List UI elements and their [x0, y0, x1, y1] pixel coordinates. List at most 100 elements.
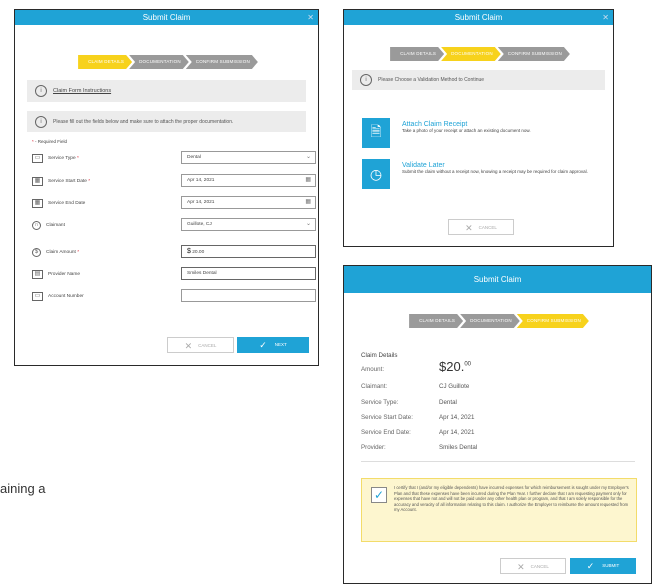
claimant-label: ∩ Claimant — [32, 221, 65, 230]
claimant-label: Claimant: — [361, 383, 388, 390]
dialog-title-bar: Submit Claim ✕ — [344, 10, 613, 25]
clock-icon: ◷ — [362, 159, 390, 189]
instructions-link[interactable]: Claim Form Instructions — [53, 88, 111, 94]
claim-amount-label: $ Claim Amount * — [32, 248, 79, 257]
dialog-title: Submit Claim — [454, 13, 503, 22]
amount-label: Amount: — [361, 366, 385, 373]
field-label: Service Type — [48, 156, 76, 161]
step-claim-details: CLAIM DETAILS — [390, 47, 444, 61]
confirm-dialog: Submit Claim CLAIM DETAILS DOCUMENTATION… — [343, 265, 652, 584]
claimant-select[interactable]: Guillote, CJ ⌄ — [181, 218, 316, 231]
service-end-date-label: Service End Date: — [361, 429, 411, 436]
info-banner: i Please Choose a Validation Method to C… — [352, 70, 605, 90]
account-icon: ▭ — [32, 292, 43, 301]
next-button[interactable]: ✓ NEXT — [237, 337, 309, 353]
receipt-icon: 🗎 — [362, 118, 390, 148]
cancel-button[interactable]: ✕ CANCEL — [500, 558, 566, 574]
step-confirm-submission: CONFIRM SUBMISSION — [498, 47, 570, 61]
certify-text: I certify that I (and/or my eligible dep… — [394, 485, 629, 513]
provider-icon: ▤ — [32, 270, 43, 279]
service-type-label: Service Type: — [361, 399, 399, 406]
service-end-date-field[interactable]: Apr 14, 2021 ▦ — [181, 196, 316, 209]
amount-value: $20.00 — [439, 359, 471, 374]
submit-button[interactable]: ✓ SUBMIT — [570, 558, 636, 574]
step-progress: CLAIM DETAILS DOCUMENTATION CONFIRM SUBM… — [15, 55, 318, 69]
cancel-label: CANCEL — [478, 225, 497, 231]
step-progress: CLAIM DETAILS DOCUMENTATION CONFIRM SUBM… — [344, 47, 613, 61]
info-icon: i — [360, 74, 372, 86]
dialog-title: Submit Claim — [142, 13, 191, 22]
check-icon: ✓ — [259, 340, 267, 350]
claim-amount-field[interactable]: $ 20.00 — [181, 245, 316, 258]
service-start-date-value: Apr 14, 2021 — [439, 414, 475, 421]
required-note-text: - Required Field — [35, 139, 68, 144]
service-start-date-label: Service Start Date: — [361, 414, 413, 421]
validate-later-option[interactable]: ◷ Validate Later Submit the claim withou… — [362, 159, 612, 189]
service-start-date-field[interactable]: Apr 14, 2021 ▦ — [181, 174, 316, 187]
field-value: Dental — [187, 155, 201, 160]
amount-main: $20. — [439, 359, 465, 374]
dollar-icon: $ — [32, 248, 41, 257]
chevron-down-icon: ⌄ — [305, 221, 311, 227]
instructions-bar: i Claim Form Instructions — [27, 80, 306, 102]
service-type-select[interactable]: Dental ⌄ — [181, 151, 316, 164]
step-claim-details: CLAIM DETAILS — [409, 314, 463, 328]
field-value: Guillote, CJ — [187, 222, 212, 227]
field-value: Apr 14, 2021 — [187, 200, 215, 205]
person-icon: ∩ — [32, 221, 41, 230]
account-number-label: ▭ Account Number — [32, 292, 84, 301]
field-label: Service End Date — [48, 201, 86, 206]
required-note: * - Required Field — [32, 139, 68, 144]
calendar-icon: ▦ — [305, 199, 311, 205]
submit-label: SUBMIT — [602, 563, 620, 569]
claim-details-heading: Claim Details — [361, 352, 398, 359]
field-label: Claim Amount — [46, 250, 76, 255]
attach-receipt-option[interactable]: 🗎 Attach Claim Receipt Take a photo of y… — [362, 118, 612, 148]
cancel-label: CANCEL — [530, 564, 549, 570]
field-value: Smiles Dental — [187, 271, 217, 276]
field-value: 20.00 — [192, 250, 205, 255]
cancel-button[interactable]: ✕ CANCEL — [448, 219, 514, 235]
service-type-value: Dental — [439, 399, 457, 406]
step-documentation: DOCUMENTATION — [441, 47, 501, 61]
info-text: Please Choose a Validation Method to Con… — [378, 77, 485, 83]
claimant-value: CJ Guillote — [439, 383, 470, 390]
step-progress: CLAIM DETAILS DOCUMENTATION CONFIRM SUBM… — [344, 314, 651, 328]
provider-label: Provider: — [361, 444, 386, 451]
option-desc: Submit the claim without a receipt now, … — [402, 169, 588, 174]
close-icon[interactable]: ✕ — [307, 10, 314, 25]
field-value: Apr 14, 2021 — [187, 178, 215, 183]
close-icon: ✕ — [517, 562, 525, 572]
dialog-title: Submit Claim — [473, 275, 522, 284]
dialog-title-bar: Submit Claim ✕ — [15, 10, 318, 25]
calendar-icon: ▦ — [305, 177, 311, 183]
close-icon: ✕ — [184, 341, 193, 351]
step-documentation: DOCUMENTATION — [129, 55, 189, 69]
next-label: NEXT — [274, 342, 287, 348]
provider-name-label: ▤ Provider Name — [32, 270, 80, 279]
currency-symbol: $ — [187, 248, 191, 255]
service-type-icon: ▭ — [32, 154, 43, 163]
chevron-down-icon: ⌄ — [305, 154, 311, 160]
account-number-field[interactable] — [181, 289, 316, 302]
caption-text: aining a — [0, 481, 46, 496]
cancel-button[interactable]: ✕ CANCEL — [167, 337, 234, 353]
dialog-title-bar: Submit Claim — [344, 266, 651, 293]
validation-dialog: Submit Claim ✕ CLAIM DETAILS DOCUMENTATI… — [343, 9, 614, 247]
certify-checkbox[interactable]: ✓ — [371, 487, 387, 503]
service-end-date-value: Apr 14, 2021 — [439, 429, 475, 436]
field-label: Claimant — [46, 223, 65, 228]
info-icon: i — [35, 85, 47, 97]
service-end-date-label: ▦ Service End Date — [32, 199, 85, 208]
step-claim-details: CLAIM DETAILS — [78, 55, 132, 69]
field-label: Account Number — [48, 294, 84, 299]
amount-cents: 00 — [464, 361, 471, 368]
info-icon: i — [35, 115, 47, 128]
step-documentation: DOCUMENTATION — [460, 314, 520, 328]
option-title: Attach Claim Receipt — [402, 121, 468, 128]
field-label: Provider Name — [48, 272, 80, 277]
close-icon[interactable]: ✕ — [602, 10, 609, 25]
step-confirm-submission: CONFIRM SUBMISSION — [517, 314, 589, 328]
provider-name-field[interactable]: Smiles Dental — [181, 267, 316, 280]
service-type-label: ▭ Service Type * — [32, 154, 79, 163]
